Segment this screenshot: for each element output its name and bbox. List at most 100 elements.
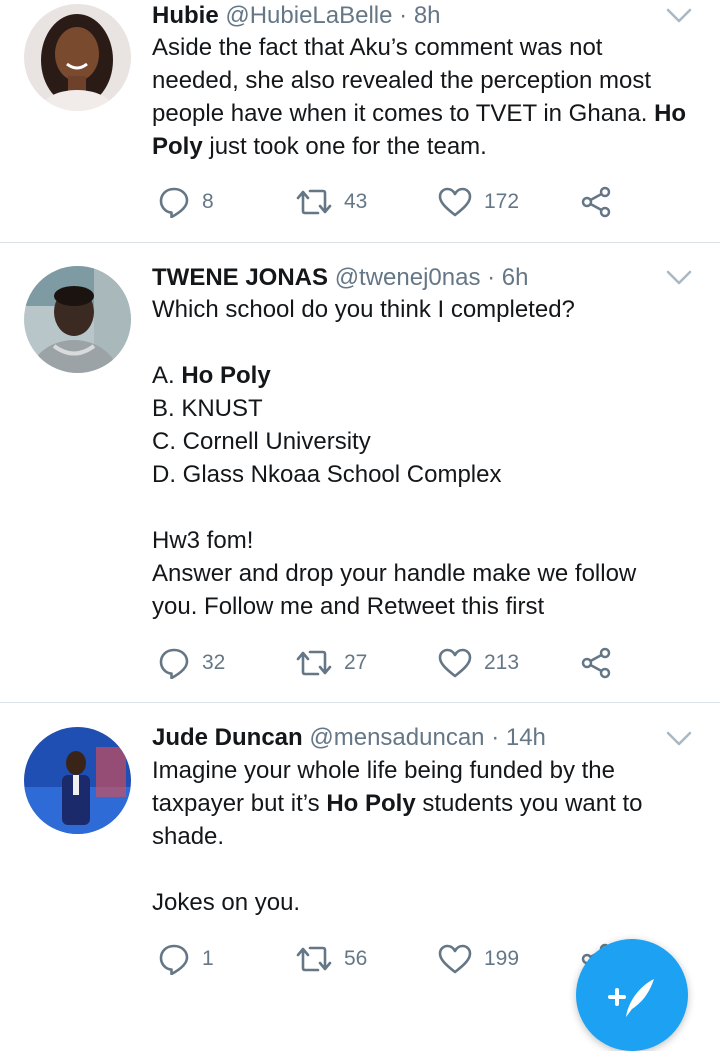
tweet-header: Jude Duncan @mensaduncan · 14h [152, 723, 546, 753]
tweet-text-line [152, 491, 702, 524]
hashtag-bold-text: Poly [152, 133, 203, 160]
tweet-text-line: D. Glass Nkoaa School Complex [152, 458, 702, 491]
reply-button[interactable]: 32 [158, 643, 225, 683]
text-segment: Which school do you think I completed? [152, 296, 575, 323]
reply-button[interactable]: 8 [158, 182, 214, 222]
chevron-down-icon[interactable] [666, 731, 692, 747]
tweet-text-line: Poly just took one for the team. [152, 130, 702, 163]
avatar[interactable] [24, 4, 131, 111]
tweet-text-line: Imagine your whole life being funded by … [152, 754, 702, 787]
tweet-text-line [152, 326, 702, 359]
share-icon [581, 647, 611, 679]
tweet-text-line: taxpayer but it’s Ho Poly students you w… [152, 787, 702, 820]
tweet-actions: 32 27 213 [152, 643, 652, 683]
tweet-2[interactable]: TWENE JONAS @twenej0nas · 6h Which schoo… [0, 262, 720, 702]
text-segment: Answer and drop your handle make we foll… [152, 560, 637, 587]
text-segment: Aside the fact that Aku’s comment was no… [152, 34, 603, 61]
hashtag-bold-text: Ho [654, 100, 687, 127]
author-handle[interactable]: @HubieLaBelle [225, 2, 392, 29]
divider [0, 702, 720, 703]
reply-icon [159, 648, 189, 679]
tweet-text: Imagine your whole life being funded by … [152, 754, 702, 919]
retweet-button[interactable]: 27 [296, 643, 367, 683]
retweet-icon [296, 946, 332, 972]
tweet-actions: 8 43 172 [152, 182, 652, 222]
avatar[interactable] [24, 266, 131, 373]
retweet-count: 56 [344, 947, 368, 970]
tweet-text-line: Answer and drop your handle make we foll… [152, 557, 702, 590]
like-button[interactable]: 199 [438, 939, 519, 979]
like-count: 213 [484, 651, 520, 674]
retweet-icon [296, 189, 332, 215]
timestamp[interactable]: · 6h [487, 264, 528, 291]
compose-tweet-button[interactable] [576, 939, 688, 1051]
timestamp[interactable]: · 14h [491, 724, 546, 751]
tweet-text-line: C. Cornell University [152, 425, 702, 458]
text-segment: people have when it comes to TVET in Gha… [152, 100, 655, 127]
author-handle[interactable]: @twenej0nas [335, 264, 481, 291]
tweet-actions: 1 56 199 [152, 939, 652, 979]
heart-icon [438, 648, 472, 678]
text-segment: taxpayer but it’s [152, 790, 327, 817]
timestamp[interactable]: · 8h [399, 2, 440, 29]
heart-icon [438, 187, 472, 217]
author-name[interactable]: Hubie [152, 2, 219, 29]
tweet-text-line: shade. [152, 820, 702, 853]
text-segment: A. [152, 362, 182, 389]
like-count: 199 [484, 947, 520, 970]
retweet-button[interactable]: 56 [296, 939, 367, 979]
text-segment: C. Cornell University [152, 428, 371, 455]
retweet-count: 43 [344, 190, 368, 213]
tweet-text-line: Hw3 fom! [152, 524, 702, 557]
tweet-1[interactable]: Hubie @HubieLaBelle · 8h Aside the fact … [0, 0, 720, 242]
tweet-text-line: needed, she also revealed the perception… [152, 64, 702, 97]
text-segment: students you want to [415, 790, 643, 817]
text-segment: Imagine your whole life being funded by … [152, 757, 615, 784]
text-segment: D. Glass Nkoaa School Complex [152, 461, 502, 488]
tweet-text-line [152, 853, 702, 886]
reply-icon [159, 187, 189, 218]
tweet-text-line: B. KNUST [152, 392, 702, 425]
like-count: 172 [484, 190, 520, 213]
tweet-text: Which school do you think I completed? A.… [152, 293, 702, 623]
text-segment: B. KNUST [152, 395, 263, 422]
share-button[interactable] [580, 643, 612, 683]
text-segment: Jokes on you. [152, 889, 301, 916]
tweet-text-line: Jokes on you. [152, 886, 702, 919]
tweet-header: TWENE JONAS @twenej0nas · 6h [152, 263, 529, 293]
reply-count: 1 [202, 947, 214, 970]
divider [0, 242, 720, 243]
text-segment: you. Follow me and Retweet this first [152, 593, 545, 620]
retweet-count: 27 [344, 651, 368, 674]
author-name[interactable]: Jude Duncan [152, 724, 303, 751]
hashtag-bold-text: Ho Poly [326, 790, 416, 817]
share-icon [581, 186, 611, 218]
author-name[interactable]: TWENE JONAS [152, 264, 328, 291]
avatar[interactable] [24, 727, 131, 834]
tweet-text-line: Which school do you think I completed? [152, 293, 702, 326]
text-segment: needed, she also revealed the perception… [152, 67, 651, 94]
author-handle[interactable]: @mensaduncan [309, 724, 484, 751]
like-button[interactable]: 213 [438, 643, 519, 683]
tweet-text-line: you. Follow me and Retweet this first [152, 590, 702, 623]
hashtag-bold-text: Ho Poly [181, 362, 271, 389]
reply-count: 32 [202, 651, 226, 674]
retweet-icon [296, 650, 332, 676]
retweet-button[interactable]: 43 [296, 182, 367, 222]
reply-button[interactable]: 1 [158, 939, 214, 979]
chevron-down-icon[interactable] [666, 8, 692, 24]
heart-icon [438, 944, 472, 974]
like-button[interactable]: 172 [438, 182, 519, 222]
compose-tweet-icon [608, 979, 654, 1017]
tweet-text: Aside the fact that Aku’s comment was no… [152, 31, 702, 163]
text-segment: Hw3 fom! [152, 527, 254, 554]
tweet-text-line: people have when it comes to TVET in Gha… [152, 97, 702, 130]
reply-count: 8 [202, 190, 214, 213]
reply-icon [159, 944, 189, 975]
text-segment: just took one for the team. [202, 133, 487, 160]
chevron-down-icon[interactable] [666, 270, 692, 286]
tweet-header: Hubie @HubieLaBelle · 8h [152, 1, 441, 31]
text-segment: shade. [152, 823, 225, 850]
tweet-text-line: A. Ho Poly [152, 359, 702, 392]
share-button[interactable] [580, 182, 612, 222]
